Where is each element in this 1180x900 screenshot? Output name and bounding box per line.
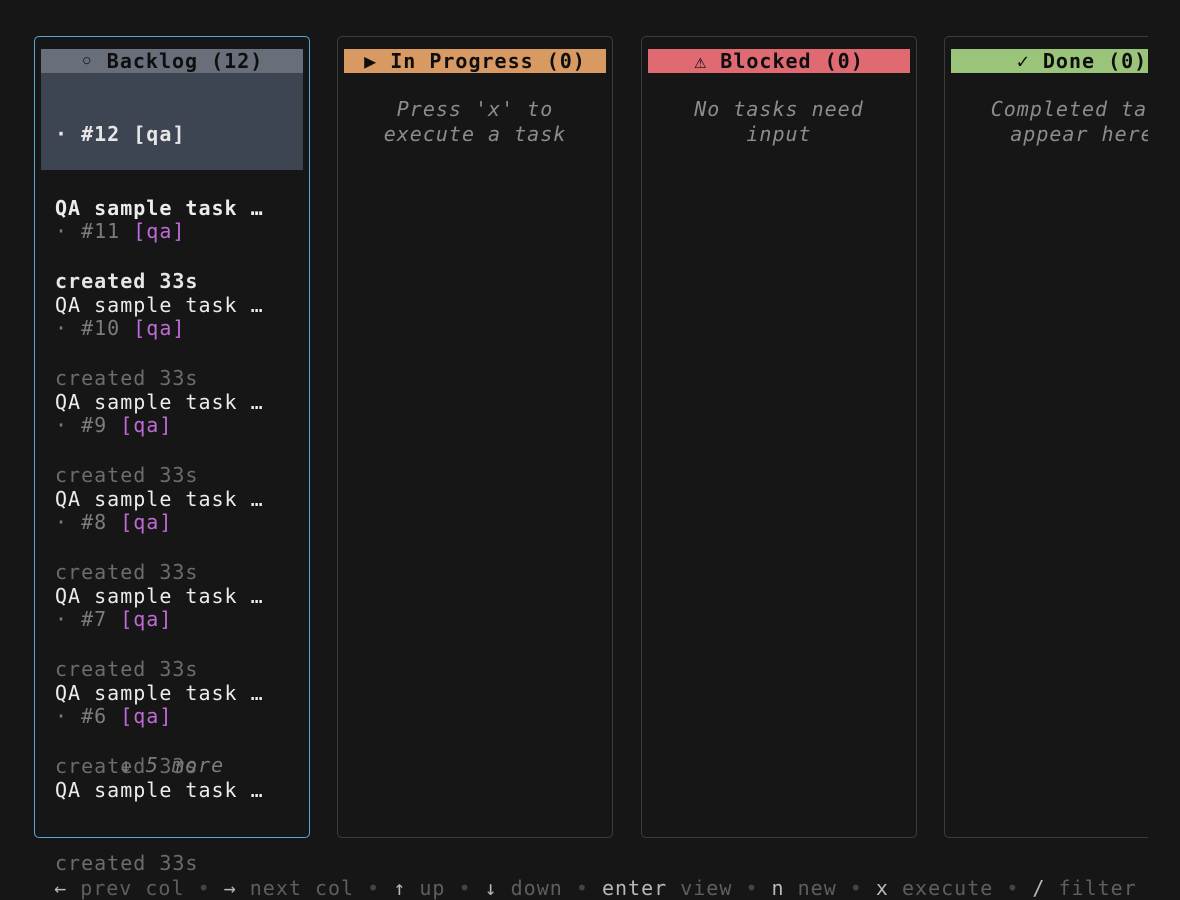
task-tag: [qa] [133,122,186,146]
key-label: filter [1058,876,1137,900]
more-tasks-indicator[interactable]: ↓ 5 more [41,753,303,777]
task-id: · #6 [55,704,121,728]
key-label: down [510,876,563,900]
column-done[interactable]: ✓ Done (0) Completed task appear here [944,36,1148,838]
task-id: · #11 [55,219,134,243]
separator: • [575,876,589,900]
task-id: · #10 [55,316,134,340]
column-in-progress[interactable]: ▶ In Progress (0) Press 'x' to execute a… [337,36,613,838]
task-card[interactable]: · #9 [qa] QA sample task … created 33s [41,364,303,584]
task-title: QA sample task … [55,777,264,802]
key-label: next col [249,876,355,900]
column-header-backlog[interactable]: ◦ Backlog (12) [41,49,303,73]
separator: • [197,876,211,900]
empty-state-text: No tasks need input [694,97,864,146]
column-blocked[interactable]: ⚠ Blocked (0) No tasks need input [641,36,917,838]
key-label: prev col [80,876,185,900]
key-next-col: → [223,876,237,900]
key-enter: enter [601,876,668,900]
task-card[interactable]: · #10 [qa] QA sample task … created 33s [41,267,303,487]
task-card[interactable]: · #7 [qa] QA sample task … created 33s [41,558,303,778]
task-tag: [qa] [120,413,173,437]
task-card[interactable]: · #6 [qa] QA sample task … created 33s [41,655,303,875]
task-tag: [qa] [133,219,186,243]
task-card[interactable]: · #12 [qa] QA sample task … created 33s [41,73,303,293]
key-label: new [797,876,837,900]
separator: • [1006,876,1020,900]
empty-state-text: Press 'x' to execute a task [383,97,567,146]
task-id: · #12 [55,122,134,146]
task-tag: [qa] [133,316,186,340]
column-header-in-progress[interactable]: ▶ In Progress (0) [344,49,606,73]
key-filter: / [1032,876,1046,900]
key-label: view [680,876,733,900]
separator: • [458,876,472,900]
key-down: ↓ [484,876,498,900]
key-label: up [419,876,446,900]
task-card[interactable]: · #11 [qa] QA sample task … created 33s [41,170,303,390]
task-tag: [qa] [120,704,173,728]
key-new: n [771,876,785,900]
empty-state-text: Completed task appear here [990,97,1148,146]
key-prev-col: ← [54,876,68,900]
kanban-board: ◦ Backlog (12) · #12 [qa] QA sample task… [0,0,1148,900]
separator: • [367,876,381,900]
task-tag: [qa] [120,607,173,631]
task-tag: [qa] [120,510,173,534]
separator: • [849,876,863,900]
task-id: · #8 [55,510,121,534]
task-id: · #7 [55,607,121,631]
key-label: execute [901,876,994,900]
task-card[interactable]: · #8 [qa] QA sample task … created 33s [41,461,303,681]
task-id: · #9 [55,413,121,437]
key-up: ↑ [393,876,407,900]
separator: • [745,876,759,900]
column-backlog[interactable]: ◦ Backlog (12) · #12 [qa] QA sample task… [34,36,310,875]
column-header-blocked[interactable]: ⚠ Blocked (0) [648,49,910,73]
keybinding-help-bar: ← prev col • → next col • ↑ up • ↓ down … [28,852,1148,900]
key-execute: x [875,876,889,900]
column-header-done[interactable]: ✓ Done (0) [951,49,1148,73]
